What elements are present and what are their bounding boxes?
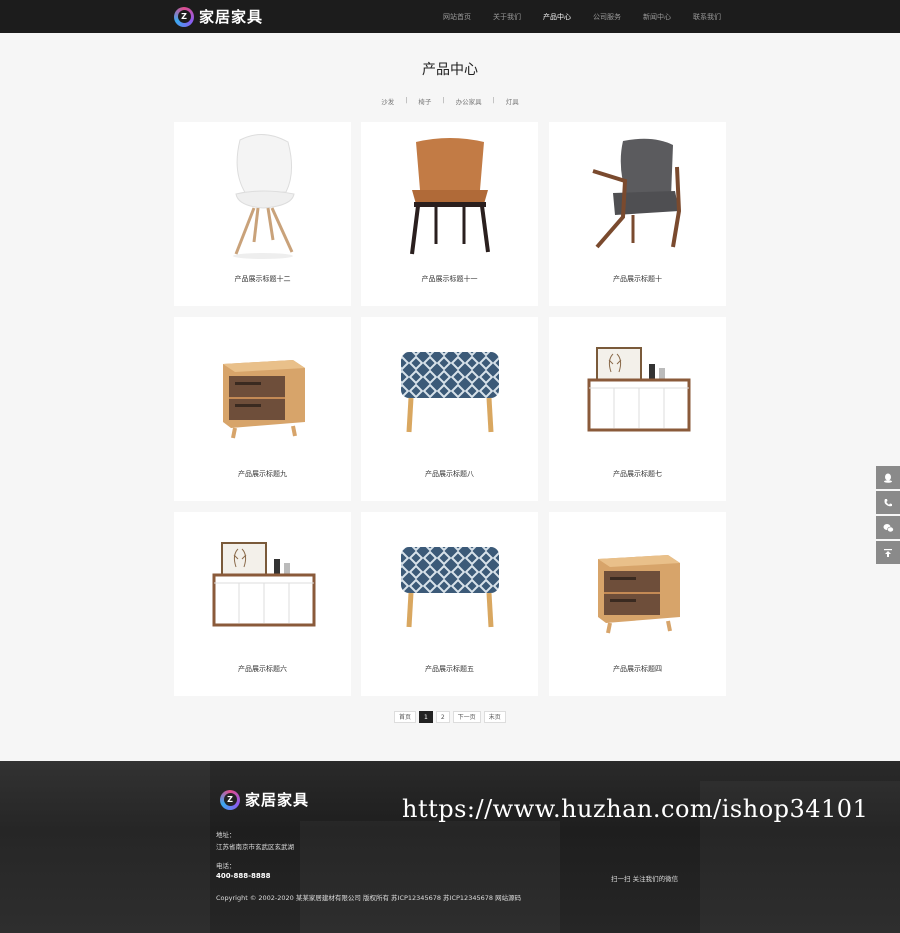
product-card[interactable]: 产品展示标题十二	[174, 122, 351, 306]
category-separator: |	[405, 96, 408, 104]
footer-logo[interactable]: Z 家居家具	[220, 789, 309, 810]
product-caption[interactable]: 产品展示标题十	[549, 274, 726, 284]
category-chair[interactable]: 椅子	[418, 96, 431, 106]
sideboard-image[interactable]	[174, 512, 351, 662]
product-card[interactable]: 产品展示标题五	[361, 512, 538, 696]
ottoman-image[interactable]	[361, 317, 538, 467]
product-caption[interactable]: 产品展示标题十一	[361, 274, 538, 284]
nav-services[interactable]: 公司服务	[582, 12, 632, 22]
phone-label: 电话：	[216, 862, 236, 870]
nav-about[interactable]: 关于我们	[482, 12, 532, 22]
address-value: 江苏省南京市玄武区玄武湖	[216, 843, 294, 851]
footer-logo-text: 家居家具	[245, 791, 310, 809]
product-caption[interactable]: 产品展示标题六	[174, 664, 351, 674]
product-caption[interactable]: 产品展示标题五	[361, 664, 538, 674]
logo-icon: Z	[174, 6, 194, 27]
main-nav: 网站首页 关于我们 产品中心 公司服务 新闻中心 联系我们	[432, 0, 732, 33]
footer-background	[0, 761, 210, 933]
leather-chair-image[interactable]	[361, 122, 538, 272]
nightstand-image[interactable]	[549, 512, 726, 662]
product-card[interactable]: 产品展示标题十	[549, 122, 726, 306]
page-2[interactable]: 2	[435, 711, 450, 723]
category-office[interactable]: 办公家具	[456, 96, 482, 106]
armchair-image[interactable]	[549, 122, 726, 272]
white-chair-image[interactable]	[174, 122, 351, 272]
back-to-top-icon[interactable]	[876, 541, 900, 564]
category-separator: |	[492, 96, 495, 104]
logo-icon: Z	[220, 789, 240, 810]
logo-text: 家居家具	[199, 8, 264, 26]
product-caption[interactable]: 产品展示标题八	[361, 469, 538, 479]
nav-contact[interactable]: 联系我们	[682, 12, 732, 22]
copyright: Copyright © 2002-2020 某某家居建材有限公司 版权所有 苏I…	[216, 894, 522, 902]
qq-icon[interactable]	[876, 466, 900, 489]
wechat-text: 扫一扫 关注我们的微信	[611, 875, 679, 883]
product-card[interactable]: 产品展示标题四	[549, 512, 726, 696]
nav-home[interactable]: 网站首页	[432, 12, 482, 22]
watermark-url: https://www.huzhan.com/ishop34101	[402, 795, 869, 823]
ottoman-image[interactable]	[361, 512, 538, 662]
wechat-icon[interactable]	[876, 516, 900, 539]
pagination: 首页 1 2 下一页 末页	[394, 711, 506, 723]
product-caption[interactable]: 产品展示标题七	[549, 469, 726, 479]
nightstand-image[interactable]	[174, 317, 351, 467]
product-card[interactable]: 产品展示标题六	[174, 512, 351, 696]
page-next[interactable]: 下一页	[452, 711, 481, 723]
sideboard-image[interactable]	[549, 317, 726, 467]
product-card[interactable]: 产品展示标题九	[174, 317, 351, 501]
phone-value: 400-888-8888	[216, 872, 271, 880]
site-footer: Z 家居家具 https://www.huzhan.com/ishop34101…	[0, 761, 900, 933]
address-label: 地址：	[216, 831, 236, 839]
product-caption[interactable]: 产品展示标题九	[174, 469, 351, 479]
product-card[interactable]: 产品展示标题七	[549, 317, 726, 501]
product-card[interactable]: 产品展示标题八	[361, 317, 538, 501]
page-last[interactable]: 末页	[483, 711, 506, 723]
nav-news[interactable]: 新闻中心	[632, 12, 682, 22]
floating-contact-bar	[876, 466, 900, 566]
top-header: Z 家居家具 网站首页 关于我们 产品中心 公司服务 新闻中心 联系我们	[0, 0, 900, 33]
page-first[interactable]: 首页	[394, 711, 417, 723]
product-caption[interactable]: 产品展示标题十二	[174, 274, 351, 284]
category-filter: 沙发 | 椅子 | 办公家具 | 灯具	[0, 96, 900, 106]
category-lamp[interactable]: 灯具	[506, 96, 519, 106]
site-logo[interactable]: Z 家居家具	[174, 6, 263, 27]
product-caption[interactable]: 产品展示标题四	[549, 664, 726, 674]
phone-icon[interactable]	[876, 491, 900, 514]
category-sofa[interactable]: 沙发	[381, 96, 394, 106]
footer-background	[300, 821, 560, 933]
category-separator: |	[442, 96, 445, 104]
nav-products[interactable]: 产品中心	[532, 12, 582, 22]
product-card[interactable]: 产品展示标题十一	[361, 122, 538, 306]
page-1[interactable]: 1	[419, 711, 433, 723]
page-title: 产品中心	[422, 62, 478, 78]
